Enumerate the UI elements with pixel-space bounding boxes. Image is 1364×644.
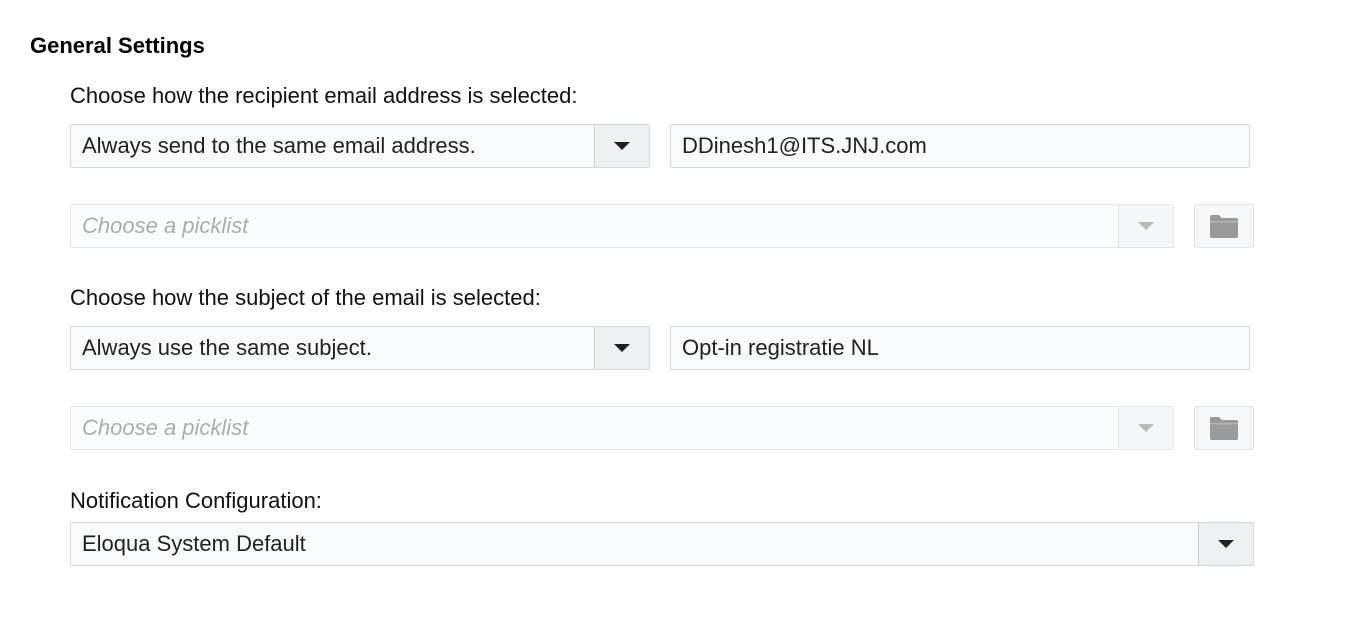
subject-label: Choose how the subject of the email is s… (70, 285, 541, 310)
recipient-email-input[interactable]: DDinesh1@ITS.JNJ.com (670, 124, 1250, 168)
folder-icon (1210, 417, 1238, 440)
subject-mode-select[interactable]: Always use the same subject. (70, 326, 650, 370)
folder-icon (1210, 215, 1238, 238)
subject-input[interactable]: Opt-in registratie NL (670, 326, 1250, 370)
notification-label: Notification Configuration: (70, 488, 322, 513)
recipient-mode-value: Always send to the same email address. (82, 133, 476, 158)
chevron-down-icon (1138, 222, 1154, 230)
recipient-label: Choose how the recipient email address i… (70, 83, 578, 108)
recipient-picklist-dropdown-button[interactable] (1118, 205, 1173, 247)
general-settings-panel: General Settings Choose how the recipien… (0, 0, 1364, 644)
subject-mode-value: Always use the same subject. (82, 335, 372, 360)
recipient-mode-dropdown-button[interactable] (594, 125, 649, 167)
subject-picklist-select[interactable]: Choose a picklist (70, 406, 1174, 450)
recipient-mode-select[interactable]: Always send to the same email address. (70, 124, 650, 168)
chevron-down-icon (1218, 540, 1234, 548)
notification-config-select[interactable]: Eloqua System Default (70, 522, 1254, 566)
chevron-down-icon (614, 142, 630, 150)
chevron-down-icon (614, 344, 630, 352)
subject-picklist-browse-button[interactable] (1194, 406, 1254, 450)
subject-mode-dropdown-button[interactable] (594, 327, 649, 369)
subject-picklist-dropdown-button[interactable] (1118, 407, 1173, 449)
recipient-picklist-browse-button[interactable] (1194, 204, 1254, 248)
chevron-down-icon (1138, 424, 1154, 432)
recipient-picklist-placeholder: Choose a picklist (82, 213, 249, 238)
recipient-picklist-select[interactable]: Choose a picklist (70, 204, 1174, 248)
section-title: General Settings (30, 33, 205, 58)
notification-config-dropdown-button[interactable] (1198, 523, 1253, 565)
notification-config-value: Eloqua System Default (82, 531, 306, 556)
subject-picklist-placeholder: Choose a picklist (82, 415, 249, 440)
